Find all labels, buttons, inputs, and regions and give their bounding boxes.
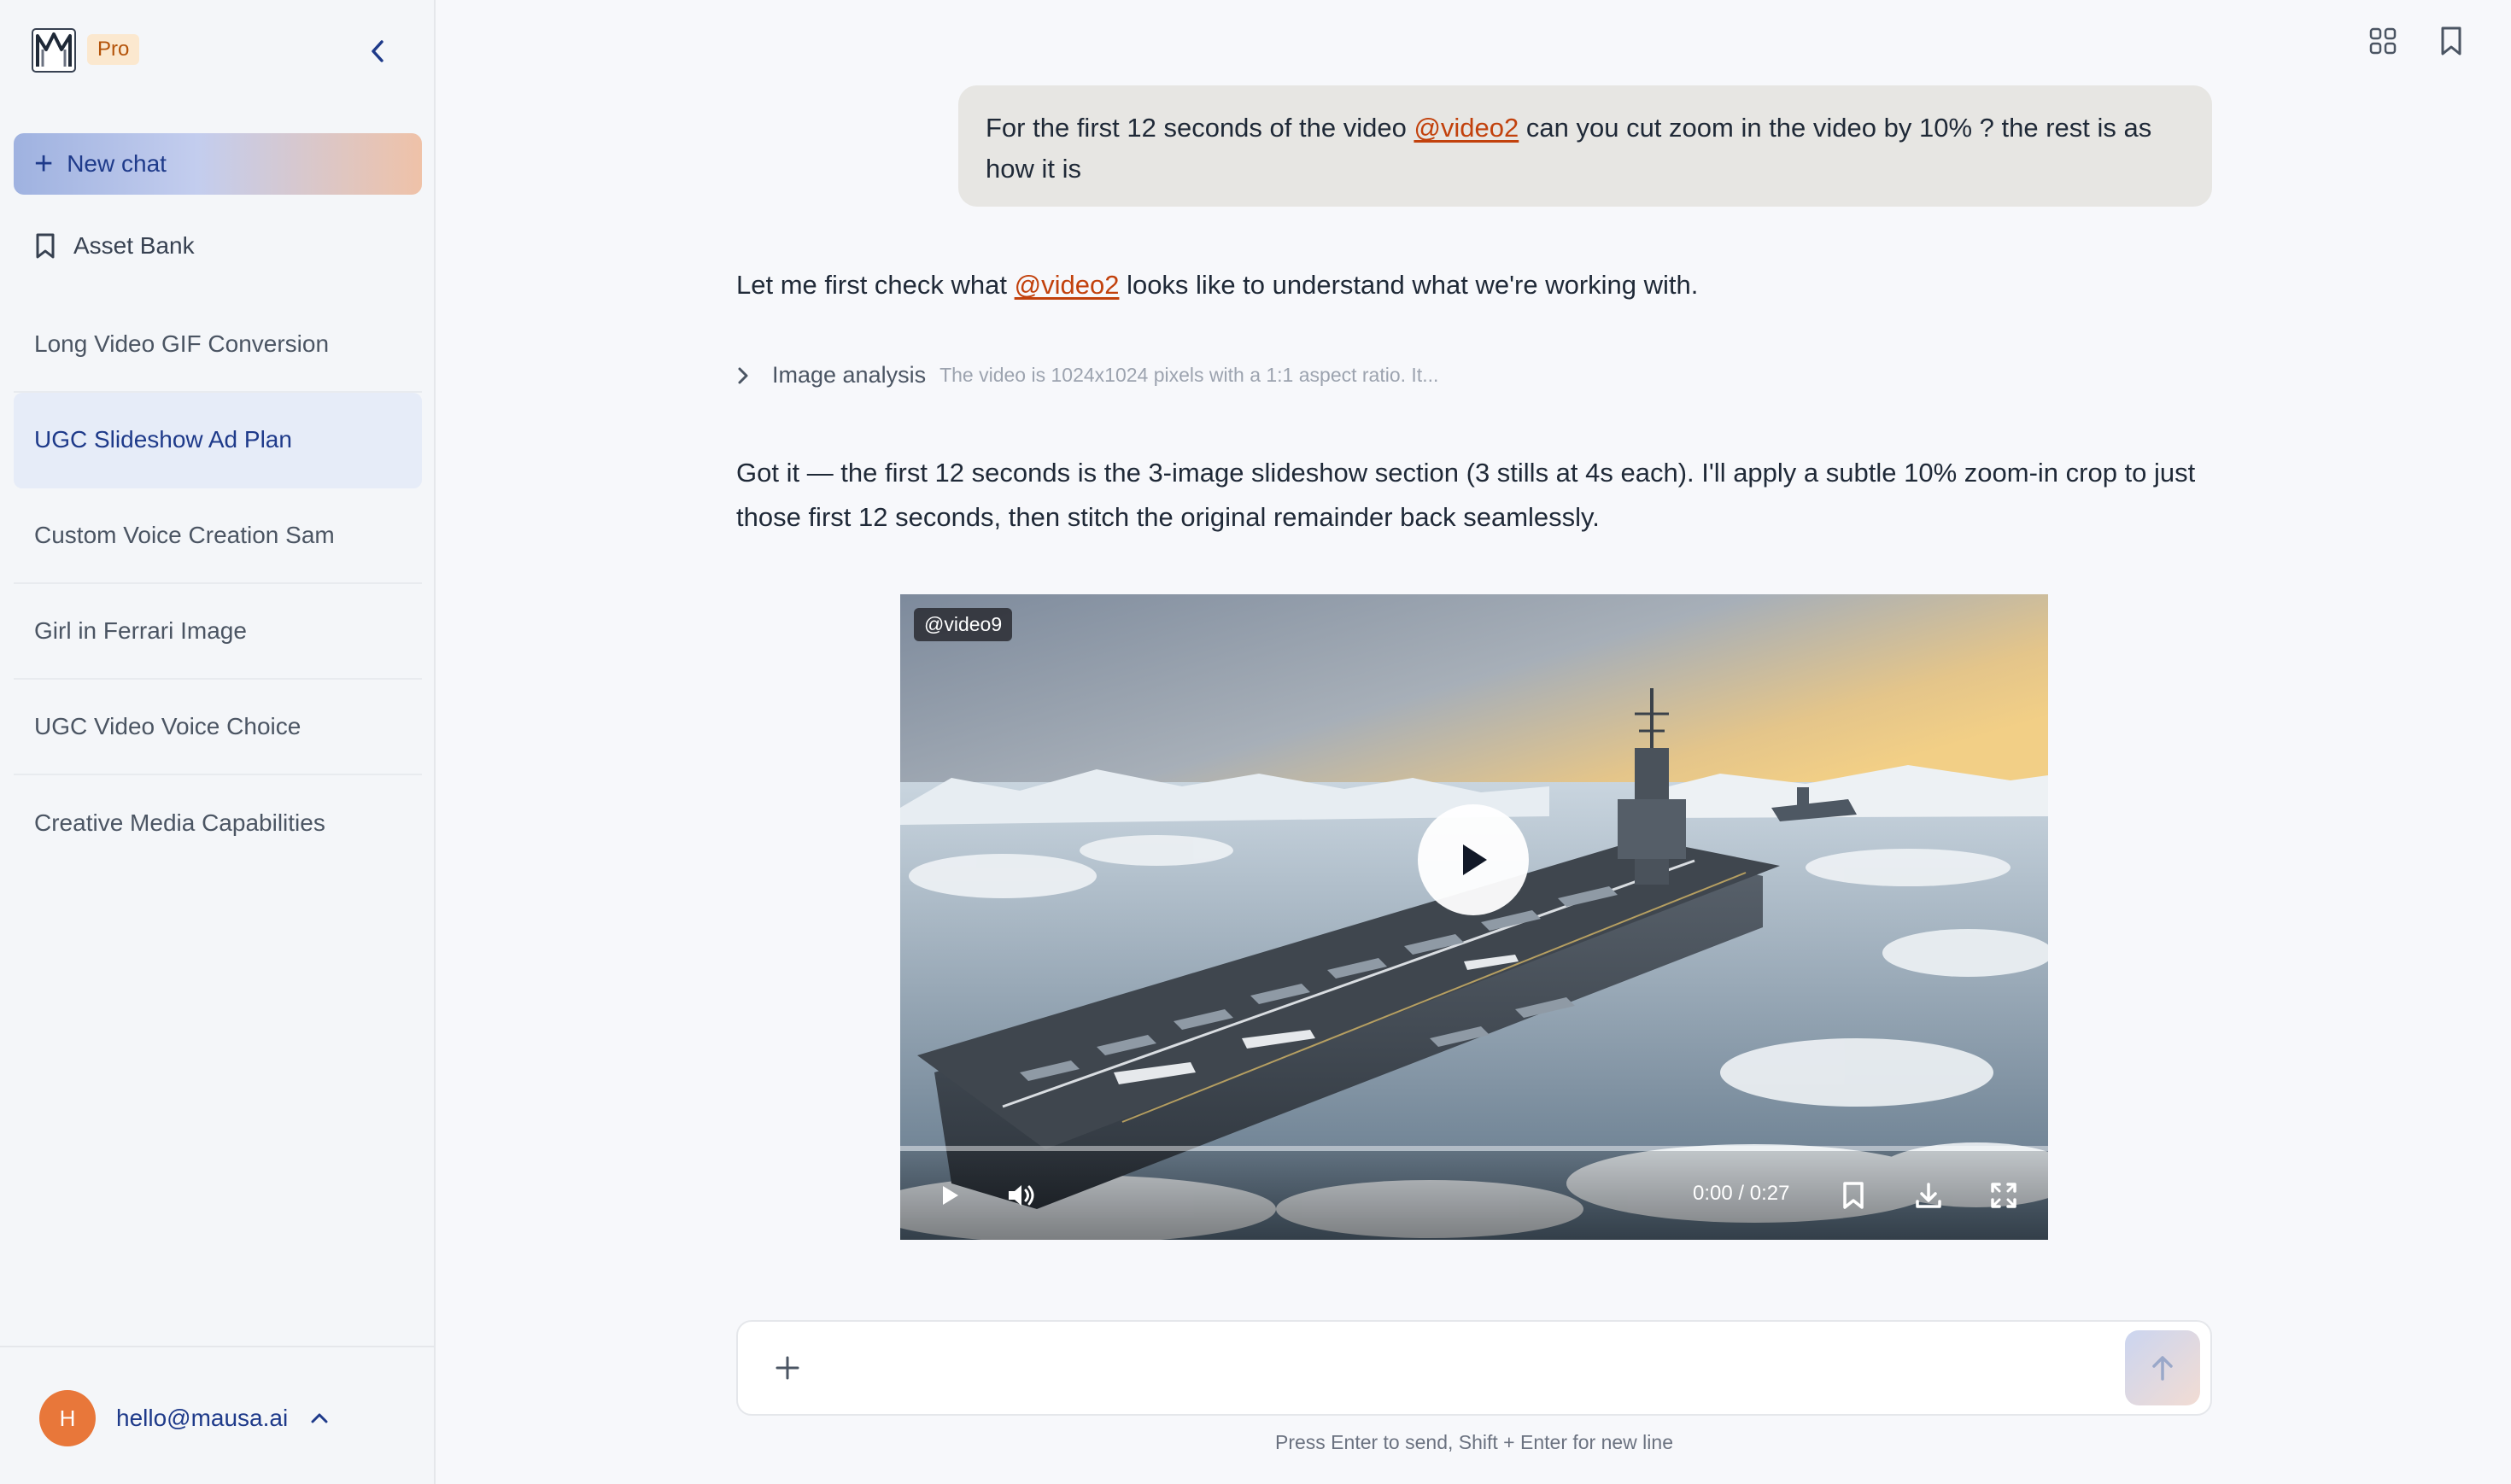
play-icon	[943, 1186, 958, 1205]
pro-badge: Pro	[87, 34, 140, 65]
play-icon	[1463, 844, 1487, 875]
user-message: For the first 12 seconds of the video @v…	[958, 85, 2212, 207]
user-menu-button[interactable]: H hello@mausa.ai	[39, 1390, 329, 1446]
history-item[interactable]: Girl in Ferrari Image	[14, 584, 422, 680]
bookmark-icon	[36, 233, 55, 259]
download-icon	[1916, 1183, 1941, 1208]
history-item-label: Girl in Ferrari Image	[34, 617, 247, 644]
history-item[interactable]: UGC Video Voice Choice	[14, 680, 422, 775]
asset-bank-label: Asset Bank	[73, 232, 195, 259]
video-time: 0:00 / 0:27	[1693, 1182, 1790, 1205]
plus-icon	[776, 1356, 799, 1380]
history-item-label: Custom Voice Creation Sam	[34, 522, 335, 548]
grid-view-button[interactable]	[2366, 24, 2400, 58]
play-overlay-button[interactable]	[1418, 804, 1529, 915]
app-logo[interactable]	[31, 24, 77, 75]
image-analysis-toggle[interactable]: Image analysis The video is 1024x1024 pi…	[736, 362, 1438, 389]
history-item-label: Creative Media Capabilities	[34, 809, 325, 836]
save-video-button[interactable]	[1833, 1175, 1874, 1216]
chevron-left-icon	[372, 40, 383, 62]
arrow-up-icon	[2152, 1356, 2173, 1381]
top-toolbar	[2366, 24, 2468, 58]
history-item[interactable]: Long Video GIF Conversion	[14, 297, 422, 393]
assistant-message: Let me first check what @video2 looks li…	[736, 263, 1698, 307]
new-chat-button[interactable]: + New chat	[14, 133, 422, 195]
assistant-message-text: looks like to understand what we're work…	[1119, 270, 1699, 300]
plus-icon: +	[34, 146, 54, 182]
analysis-label: Image analysis	[772, 362, 927, 388]
chevron-right-icon	[738, 367, 748, 383]
bookmark-icon	[1843, 1182, 1864, 1209]
history-item-label: Long Video GIF Conversion	[34, 330, 330, 357]
chat-history: Long Video GIF Conversion UGC Slideshow …	[14, 297, 422, 871]
fullscreen-icon	[1991, 1183, 2016, 1208]
brand: Pro	[31, 24, 140, 75]
video-player[interactable]: @video9 0:00 / 0:27	[900, 594, 2048, 1240]
download-button[interactable]	[1908, 1175, 1949, 1216]
volume-button[interactable]	[1001, 1175, 1042, 1216]
assistant-message-text: Let me first check what	[736, 270, 1015, 300]
grid-icon	[2369, 27, 2397, 55]
analysis-summary: The video is 1024x1024 pixels with a 1:1…	[939, 364, 1439, 386]
message-composer	[736, 1320, 2212, 1416]
attach-button[interactable]	[769, 1349, 806, 1387]
avatar: H	[39, 1390, 96, 1446]
volume-icon	[1009, 1185, 1034, 1206]
new-chat-label: New chat	[67, 150, 167, 177]
send-button[interactable]	[2125, 1330, 2200, 1405]
video-tag: @video9	[914, 608, 1013, 641]
video-frame	[900, 594, 2048, 1240]
composer-hint: Press Enter to send, Shift + Enter for n…	[1275, 1431, 1673, 1453]
history-item-label: UGC Slideshow Ad Plan	[34, 426, 292, 453]
user-email: hello@mausa.ai	[116, 1405, 289, 1431]
history-item[interactable]: Creative Media Capabilities	[14, 775, 422, 871]
bookmarks-button[interactable]	[2434, 24, 2468, 58]
collapse-sidebar-button[interactable]	[360, 34, 395, 68]
mention-link[interactable]: @video2	[1015, 270, 1120, 300]
history-item-active[interactable]: UGC Slideshow Ad Plan	[14, 393, 422, 488]
assistant-reply: Got it — the first 12 seconds is the 3-i…	[736, 458, 2196, 532]
history-item-label: UGC Video Voice Choice	[34, 713, 301, 739]
asset-bank-link[interactable]: Asset Bank	[14, 220, 422, 272]
fullscreen-button[interactable]	[1983, 1175, 2024, 1216]
mention-link[interactable]: @video2	[1414, 113, 1519, 143]
history-item[interactable]: Custom Voice Creation Sam	[14, 488, 422, 584]
user-area: H hello@mausa.ai	[0, 1346, 434, 1484]
bookmark-icon	[2441, 26, 2461, 56]
play-button[interactable]	[929, 1175, 970, 1216]
message-input[interactable]	[832, 1344, 1993, 1393]
chevron-up-icon	[311, 1413, 328, 1423]
user-message-text: For the first 12 seconds of the video	[986, 113, 1414, 143]
video-controls: 0:00 / 0:27	[900, 1151, 2048, 1240]
sidebar: Pro + New chat Asset Bank Long Video GIF…	[0, 0, 436, 1484]
